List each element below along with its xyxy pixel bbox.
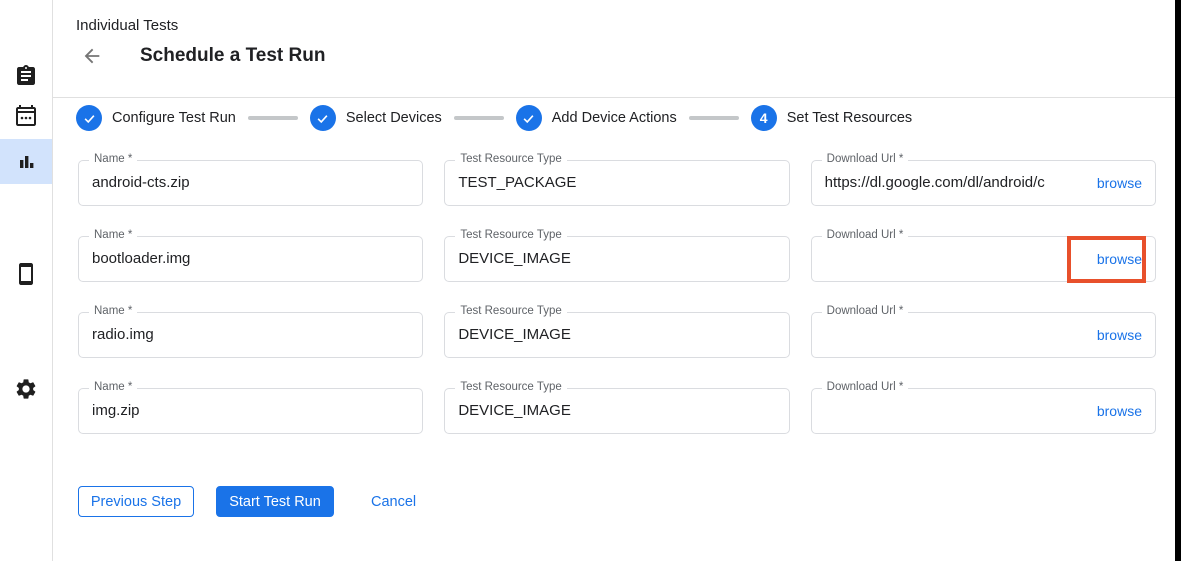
- sidebar-item-test-runs[interactable]: [0, 139, 52, 184]
- clipboard-icon: [14, 64, 38, 88]
- step-set-test-resources[interactable]: 4 Set Test Resources: [751, 105, 912, 131]
- arrow-back-icon: [81, 45, 103, 67]
- step-complete-circle: [516, 105, 542, 131]
- field-label: Download Url *: [822, 305, 909, 317]
- field-label: Test Resource Type: [455, 381, 566, 393]
- main-content: Individual Tests Schedule a Test Run Con…: [53, 0, 1175, 561]
- field-label: Name *: [89, 381, 137, 393]
- check-icon: [82, 111, 97, 126]
- field-value: android-cts.zip: [79, 161, 422, 205]
- download-url-field[interactable]: Download Url * browse: [811, 236, 1156, 282]
- sidebar-item-devices[interactable]: [0, 251, 52, 296]
- app-window: Individual Tests Schedule a Test Run Con…: [0, 0, 1181, 561]
- stepper: Configure Test Run Select Devices Add De…: [76, 105, 1175, 131]
- step-label: Set Test Resources: [787, 110, 912, 126]
- download-url-field[interactable]: Download Url * browse: [811, 312, 1156, 358]
- resource-type-field[interactable]: Test Resource Type TEST_PACKAGE: [444, 160, 789, 206]
- browse-link[interactable]: browse: [1097, 327, 1142, 343]
- browse-link[interactable]: browse: [1097, 175, 1142, 191]
- field-value: https://dl.google.com/dl/android/c: [812, 161, 1097, 205]
- field-label: Download Url *: [822, 381, 909, 393]
- screenshot-edge-strip: [1175, 0, 1181, 561]
- step-active-circle: 4: [751, 105, 777, 131]
- browse-link[interactable]: browse: [1097, 251, 1142, 267]
- smartphone-icon: [14, 262, 38, 286]
- header-divider: [53, 97, 1175, 98]
- sidebar-item-tests[interactable]: [0, 53, 52, 98]
- field-label: Download Url *: [822, 153, 909, 165]
- name-field[interactable]: Name * radio.img: [78, 312, 423, 358]
- calendar-icon: [14, 104, 38, 128]
- field-value: TEST_PACKAGE: [445, 161, 788, 205]
- gear-icon: [14, 377, 38, 401]
- check-icon: [315, 111, 330, 126]
- field-label: Name *: [89, 229, 137, 241]
- name-field[interactable]: Name * bootloader.img: [78, 236, 423, 282]
- page-title: Schedule a Test Run: [140, 45, 325, 67]
- step-complete-circle: [310, 105, 336, 131]
- step-label: Select Devices: [346, 110, 442, 126]
- cancel-button[interactable]: Cancel: [371, 494, 416, 510]
- field-label: Test Resource Type: [455, 305, 566, 317]
- sidebar-item-settings[interactable]: [0, 366, 52, 411]
- field-value: img.zip: [79, 389, 422, 433]
- step-select-devices[interactable]: Select Devices: [310, 105, 442, 131]
- step-add-device-actions[interactable]: Add Device Actions: [516, 105, 677, 131]
- field-value: DEVICE_IMAGE: [445, 313, 788, 357]
- step-label: Add Device Actions: [552, 110, 677, 126]
- step-connector: [689, 116, 739, 120]
- field-label: Test Resource Type: [455, 229, 566, 241]
- breadcrumb: Individual Tests: [53, 0, 1175, 34]
- step-number: 4: [760, 110, 768, 126]
- resource-type-field[interactable]: Test Resource Type DEVICE_IMAGE: [444, 312, 789, 358]
- step-connector: [248, 116, 298, 120]
- resource-type-field[interactable]: Test Resource Type DEVICE_IMAGE: [444, 236, 789, 282]
- step-configure-test-run[interactable]: Configure Test Run: [76, 105, 236, 131]
- previous-step-button[interactable]: Previous Step: [78, 486, 194, 517]
- field-value: radio.img: [79, 313, 422, 357]
- resource-type-field[interactable]: Test Resource Type DEVICE_IMAGE: [444, 388, 789, 434]
- field-value: DEVICE_IMAGE: [445, 389, 788, 433]
- bar-chart-icon: [14, 150, 38, 174]
- download-url-field[interactable]: Download Url * browse: [811, 388, 1156, 434]
- footer-actions: Previous Step Start Test Run Cancel: [78, 486, 1175, 517]
- sidebar-item-schedules[interactable]: [0, 93, 52, 138]
- start-test-run-button[interactable]: Start Test Run: [216, 486, 334, 517]
- step-label: Configure Test Run: [112, 110, 236, 126]
- field-label: Name *: [89, 153, 137, 165]
- test-resources-form: Name * android-cts.zip Test Resource Typ…: [78, 160, 1156, 434]
- download-url-field[interactable]: Download Url * https://dl.google.com/dl/…: [811, 160, 1156, 206]
- field-label: Download Url *: [822, 229, 909, 241]
- name-field[interactable]: Name * img.zip: [78, 388, 423, 434]
- field-value: DEVICE_IMAGE: [445, 237, 788, 281]
- step-complete-circle: [76, 105, 102, 131]
- field-label: Test Resource Type: [455, 153, 566, 165]
- sidebar: [0, 0, 53, 561]
- field-value: bootloader.img: [79, 237, 422, 281]
- browse-link[interactable]: browse: [1097, 403, 1142, 419]
- step-connector: [454, 116, 504, 120]
- title-row: Schedule a Test Run: [80, 44, 1175, 68]
- name-field[interactable]: Name * android-cts.zip: [78, 160, 423, 206]
- field-label: Name *: [89, 305, 137, 317]
- check-icon: [521, 111, 536, 126]
- back-button[interactable]: [80, 44, 104, 68]
